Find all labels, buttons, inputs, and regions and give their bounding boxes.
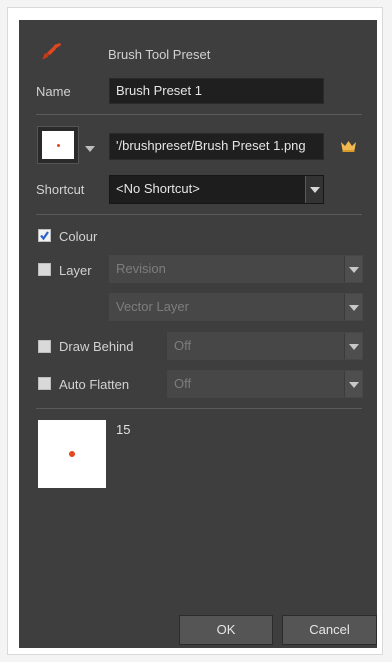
chevron-down-icon	[344, 333, 362, 359]
chevron-down-icon	[344, 371, 362, 397]
auto-flatten-label: Auto Flatten	[59, 377, 130, 392]
auto-flatten-value: Off	[174, 376, 192, 391]
layer-dropdown[interactable]: Revision	[109, 255, 363, 283]
thumbnail-dropdown-icon[interactable]	[85, 140, 95, 155]
layer-label: Layer	[59, 263, 92, 278]
draw-behind-dropdown[interactable]: Off	[167, 332, 363, 360]
thumbnail-preview	[42, 131, 74, 159]
layer-type-value: Vector Layer	[116, 299, 189, 314]
brush-icon	[41, 42, 63, 65]
brush-size-label: 15	[116, 422, 131, 437]
layer-value: Revision	[116, 261, 166, 276]
chevron-down-icon	[344, 294, 362, 320]
separator	[36, 408, 362, 409]
name-input[interactable]: Brush Preset 1	[109, 78, 324, 104]
chevron-down-icon	[305, 176, 323, 203]
thumbnail-picker-button[interactable]	[37, 126, 79, 164]
brush-tip-dot	[69, 451, 75, 457]
layer-checkbox[interactable]	[38, 263, 51, 276]
shortcut-value: <No Shortcut>	[116, 181, 200, 196]
colour-label: Colour	[59, 229, 98, 244]
brush-preview	[38, 420, 106, 488]
draw-behind-checkbox[interactable]	[38, 340, 51, 353]
dialog-title: Brush Tool Preset	[108, 47, 211, 62]
cancel-button[interactable]: Cancel	[282, 615, 377, 645]
brush-tool-preset-dialog: Brush Tool Preset Name Brush Preset 1 '/…	[19, 20, 377, 648]
brush-dot	[57, 144, 60, 147]
crown-icon[interactable]	[340, 140, 357, 155]
draw-behind-label: Draw Behind	[59, 339, 134, 354]
ok-button[interactable]: OK	[179, 615, 273, 645]
separator	[36, 214, 362, 215]
draw-behind-value: Off	[174, 338, 192, 353]
layer-type-dropdown[interactable]: Vector Layer	[109, 293, 363, 321]
name-label: Name	[36, 84, 71, 99]
shortcut-dropdown[interactable]: <No Shortcut>	[109, 175, 324, 204]
shortcut-label: Shortcut	[36, 182, 85, 197]
separator	[36, 114, 362, 115]
auto-flatten-checkbox[interactable]	[38, 377, 51, 390]
chevron-down-icon	[344, 256, 362, 282]
colour-checkbox[interactable]	[38, 229, 51, 242]
auto-flatten-dropdown[interactable]: Off	[167, 370, 363, 398]
thumbnail-path-field[interactable]: '/brushpreset/Brush Preset 1.png	[109, 133, 324, 160]
